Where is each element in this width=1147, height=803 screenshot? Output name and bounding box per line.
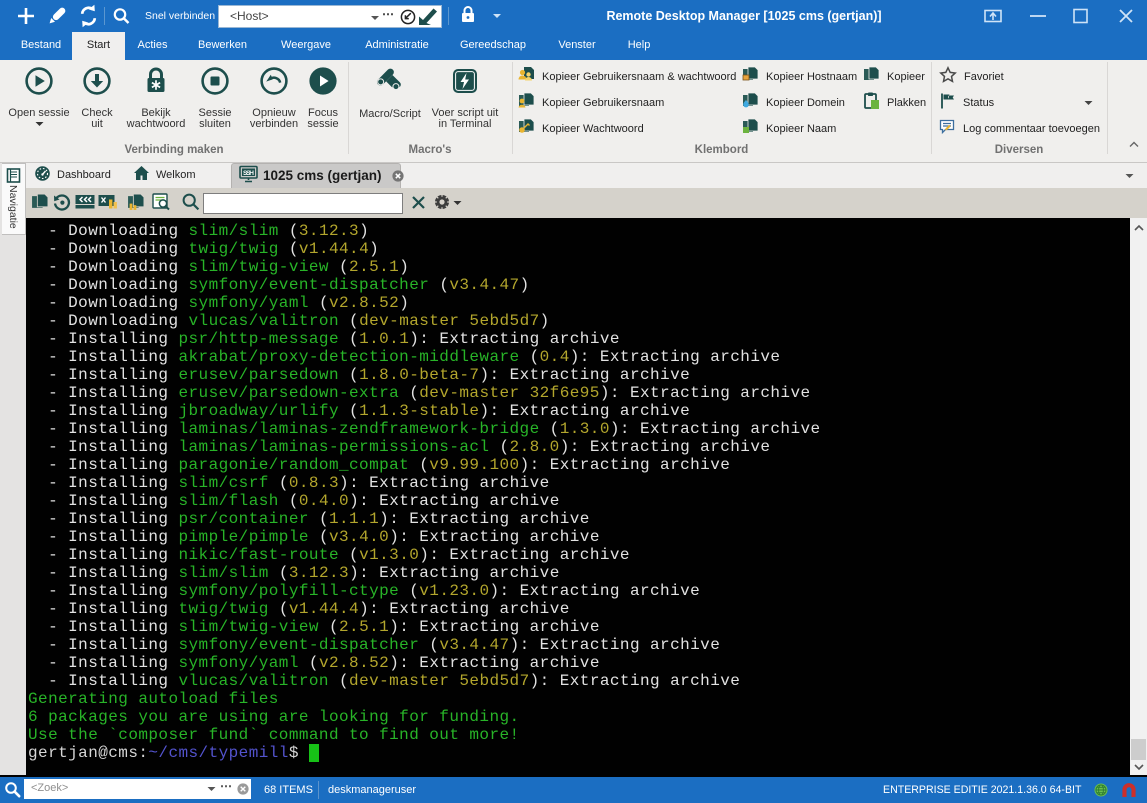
svg-text:SSH: SSH xyxy=(243,170,254,177)
